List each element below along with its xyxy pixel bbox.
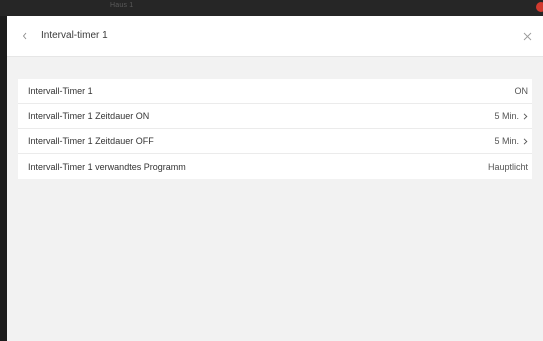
row-value: ON (514, 86, 529, 96)
row-value-wrap: 5 Min. (494, 111, 528, 121)
background-window-title: Haus 1 (110, 2, 134, 9)
row-value: Hauptlicht (487, 161, 528, 172)
row-label: Intervall-Timer 1 Zeitdauer OFF (28, 136, 154, 146)
close-icon (523, 32, 531, 40)
back-button[interactable] (17, 28, 33, 44)
chevron-right-icon (522, 137, 528, 145)
chevron-right-icon (522, 112, 528, 120)
dialog-title: Interval-timer 1 (41, 30, 108, 41)
row-label: Intervall-Timer 1 verwandtes Programm (28, 161, 186, 172)
row-value: 5 Min. (494, 136, 519, 146)
settings-list: Intervall-Timer 1 ON Intervall-Timer 1 Z… (18, 79, 532, 179)
interval-timer-dialog: Interval-timer 1 Intervall-Timer 1 ON In… (7, 16, 543, 341)
notification-badge[interactable] (536, 2, 543, 12)
background-window-titlebar: Haus 1 (0, 0, 543, 16)
row-value-wrap: 5 Min. (494, 136, 528, 146)
row-interval-timer[interactable]: Intervall-Timer 1 ON (18, 79, 532, 104)
dialog-header: Interval-timer 1 (7, 16, 543, 57)
close-button[interactable] (519, 28, 535, 44)
row-duration-off[interactable]: Intervall-Timer 1 Zeitdauer OFF 5 Min. (18, 129, 532, 154)
chevron-left-icon (22, 32, 27, 40)
row-label: Intervall-Timer 1 (28, 86, 93, 96)
row-duration-on[interactable]: Intervall-Timer 1 Zeitdauer ON 5 Min. (18, 104, 532, 129)
row-value-wrap: Hauptlicht (488, 162, 528, 172)
row-value: 5 Min. (494, 111, 519, 121)
row-related-program[interactable]: Intervall-Timer 1 verwandtes Programm Ha… (18, 154, 532, 179)
row-label: Intervall-Timer 1 Zeitdauer ON (28, 111, 150, 121)
row-value-wrap: ON (515, 86, 529, 96)
